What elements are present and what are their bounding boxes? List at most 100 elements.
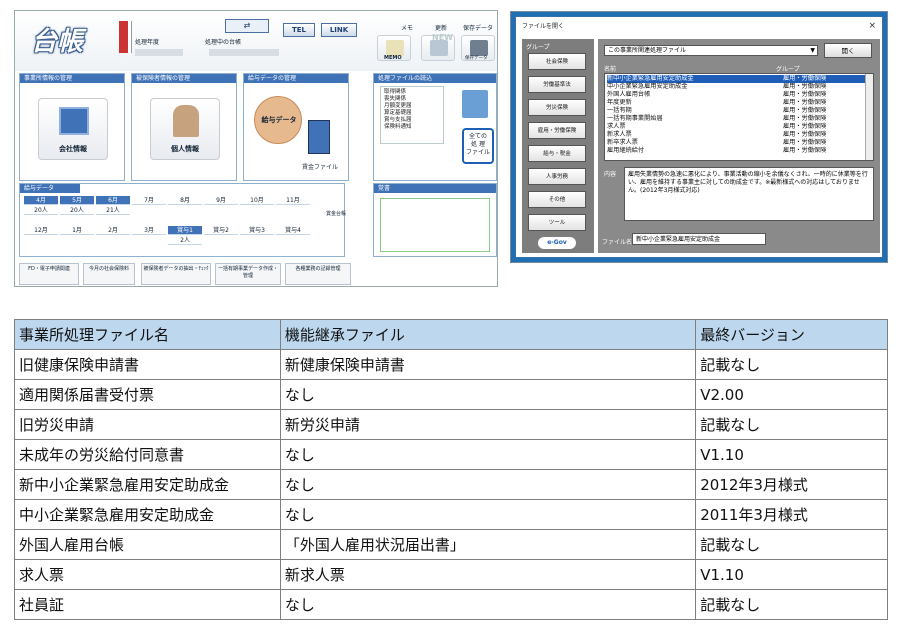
file-list-item[interactable]: 年度更新 雇用・労働保険 — [607, 99, 865, 107]
group-dropdown[interactable]: この事業所関連処理ファイル ▼ — [604, 45, 818, 56]
company-info-label: 会社情報 — [59, 145, 87, 153]
file-group: 雇用・労働保険 — [783, 83, 827, 90]
group-button[interactable]: 労働基準法 — [528, 76, 586, 93]
files-list-item[interactable]: 月額変更届 — [384, 103, 412, 110]
file-list-item[interactable]: 新卒求人票 雇用・労働保険 — [607, 139, 865, 147]
file-list-item[interactable]: 雇用継続給付 雇用・労働保険 — [607, 147, 865, 155]
month-cell[interactable]: 賞与2 — [204, 226, 238, 235]
salary-data-button[interactable]: 給与データ — [254, 96, 302, 144]
memo-panel: 覚書 — [373, 183, 497, 257]
all-files-line1: 全ての — [468, 133, 487, 140]
month-cell[interactable]: 1月 — [60, 226, 94, 235]
memo-icon-text: MEMO — [384, 55, 402, 61]
folder-open-icon[interactable] — [462, 90, 488, 118]
file-list-scrollbar[interactable] — [865, 74, 873, 160]
wage-file-label: 賃金ファイル — [302, 164, 339, 171]
files-list-item[interactable]: 喪失関係 — [384, 96, 406, 103]
content-label: 内容 — [604, 171, 617, 178]
month-cell[interactable]: 8月 — [168, 196, 202, 205]
personal-info-button[interactable]: 個人情報 — [150, 98, 220, 160]
files-list-item[interactable]: 取得関係 — [384, 89, 406, 96]
month-cell[interactable]: 3月 — [132, 226, 166, 235]
month-cell[interactable]: 10月 — [240, 196, 274, 205]
files-list-item[interactable]: 保険料通知 — [384, 124, 412, 131]
dialog-body: ファイルを開く × グループ 社会保険 労働基準法 労災保険 雇用・労働保険 給… — [515, 16, 883, 258]
month-cell[interactable]: 2月 — [96, 226, 130, 235]
swap-arrows-icon[interactable]: ⇄ — [225, 19, 269, 33]
files-list-item[interactable]: 賞与支払届 — [384, 117, 412, 124]
file-group: 雇用・労働保険 — [783, 139, 827, 146]
header-file-name: 事業所処理ファイル名 — [14, 319, 281, 350]
tel-button[interactable]: TEL — [283, 23, 315, 37]
close-icon[interactable]: × — [868, 21, 876, 31]
salary-month-panel: 給与データ 4月 5月 6月 7月 8月 9月 10月 11月 20人 20人 … — [19, 183, 346, 257]
footer-button-fd[interactable]: FD・電子申請関連 — [19, 263, 79, 285]
memo-textarea[interactable] — [380, 198, 490, 252]
file-name: 雇用継続給付 — [607, 147, 645, 154]
person-icon — [173, 105, 199, 137]
file-group: 雇用・労働保険 — [783, 131, 827, 138]
month-count: 2人 — [168, 236, 202, 245]
month-cell[interactable]: 6月 — [96, 196, 130, 205]
group-button[interactable]: 給与・税金 — [528, 145, 586, 162]
open-button[interactable]: 開く — [824, 43, 872, 58]
month-cell[interactable]: 賞与3 — [240, 226, 274, 235]
month-count: 20人 — [60, 206, 94, 215]
file-list-item[interactable]: 新求人票 雇用・労働保険 — [607, 131, 865, 139]
file-list-item[interactable]: 新中小企業緊急雇用安定助成金 雇用・労働保険 — [607, 75, 865, 83]
all-files-button[interactable]: 全ての 処 理 ファイル — [462, 128, 494, 164]
egov-logo[interactable]: e-Gov — [538, 237, 576, 249]
file-list-item[interactable]: 一括有期 雇用・労働保険 — [607, 107, 865, 115]
save-data-button[interactable]: 保存データ — [461, 35, 495, 61]
files-list-item[interactable]: 算定基礎届 — [384, 110, 412, 117]
footer-button-project[interactable]: 一括有期事業データ作成・管理 — [215, 263, 281, 285]
file-list-item[interactable]: 外国人雇用台帳 雇用・労働保険 — [607, 91, 865, 99]
link-button[interactable]: LINK — [321, 23, 357, 37]
cell-inherit-file: 新健康保険申請書 — [279, 349, 697, 380]
filename-label: ファイル名 — [602, 239, 633, 246]
group-button[interactable]: 人事労務 — [528, 168, 586, 185]
month-cell[interactable]: 11月 — [276, 196, 310, 205]
footer-button-extract[interactable]: 被保険者データの抽出・ﾁｪｯｸ — [141, 263, 211, 285]
month-cell[interactable]: 9月 — [204, 196, 238, 205]
memo-label: メモ — [401, 25, 414, 32]
filename-input[interactable]: 新中小企業緊急雇用安定助成金 — [632, 233, 766, 245]
table-row: 旧労災申請 新労災申請 記載なし — [14, 409, 888, 440]
month-cell[interactable]: 12月 — [24, 226, 58, 235]
group-button[interactable]: 社会保険 — [528, 53, 586, 70]
month-cell[interactable]: 賞与1 — [168, 226, 202, 235]
month-cell[interactable]: 5月 — [60, 196, 94, 205]
all-files-line2: 処 理 — [471, 141, 485, 148]
all-files-line3: ファイル — [465, 149, 490, 156]
cell-last-version: V2.00 — [695, 379, 888, 410]
cell-last-version: 記載なし — [695, 589, 888, 620]
memo-button[interactable]: MEMO — [377, 35, 411, 61]
update-button[interactable]: NEW — [421, 34, 455, 61]
month-cell[interactable]: 賞与4 — [276, 226, 310, 235]
wage-file-icon[interactable] — [308, 120, 330, 154]
month-cell[interactable]: 4月 — [24, 196, 58, 205]
month-cell[interactable]: 7月 — [132, 196, 166, 205]
group-header: グループ — [526, 44, 550, 51]
file-list-item[interactable]: 求人票 雇用・労働保険 — [607, 123, 865, 131]
cell-inherit-file: なし — [279, 469, 697, 500]
file-list-item[interactable]: 中小企業緊急雇用安定助成金 雇用・労働保険 — [607, 83, 865, 91]
cell-last-version: V1.10 — [695, 559, 888, 590]
save-data-icon-text: 保存データ — [465, 56, 488, 61]
group-button[interactable]: その他 — [528, 191, 586, 208]
file-list-item[interactable]: 一括有期事業開始届 雇用・労働保険 — [607, 115, 865, 123]
bonus-ledger-label[interactable]: 賞金台帳 — [326, 210, 346, 218]
cell-inherit-file: なし — [279, 589, 697, 620]
files-list: 取得関係 喪失関係 月額変更届 算定基礎届 賞与支払届 保険料通知 — [380, 86, 444, 144]
cell-file-name: 旧健康保険申請書 — [14, 349, 281, 380]
group-column: グループ 社会保険 労働基準法 労災保険 雇用・労働保険 給与・税金 人事労務 … — [522, 39, 594, 253]
file-name: 新中小企業緊急雇用安定助成金 — [607, 75, 694, 82]
cell-file-name: 未成年の労災給付同意書 — [14, 439, 281, 470]
group-button[interactable]: 雇用・労働保険 — [528, 122, 586, 139]
footer-button-records[interactable]: 各種業務の記録管理 — [285, 263, 351, 285]
group-button[interactable]: ツール — [528, 214, 586, 231]
company-info-button[interactable]: 会社情報 — [38, 98, 108, 160]
briefcase-icon — [470, 40, 488, 56]
footer-button-premium[interactable]: 今月の社会保険料 — [83, 263, 135, 285]
group-button[interactable]: 労災保険 — [528, 99, 586, 116]
